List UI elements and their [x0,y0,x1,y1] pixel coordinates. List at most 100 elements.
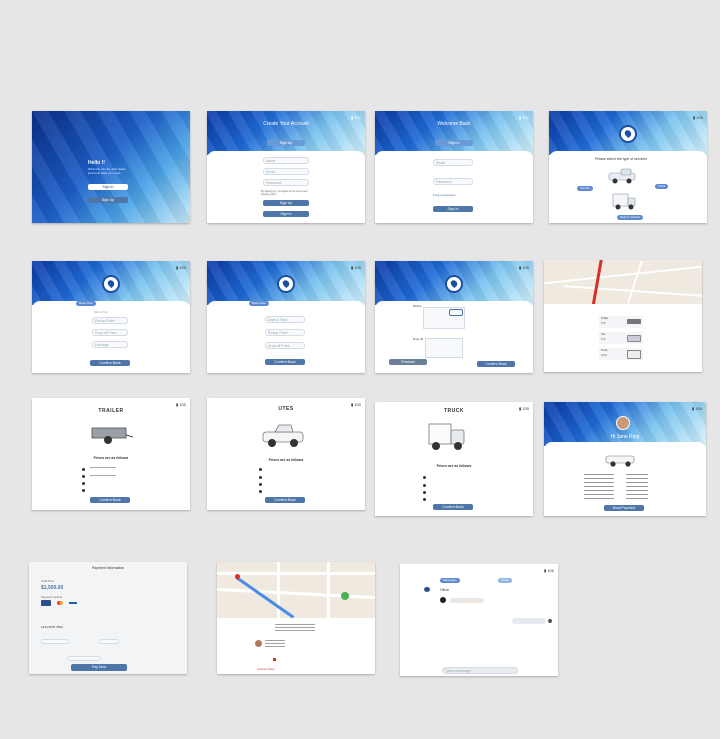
avatar [616,416,630,430]
name-field[interactable]: Name [263,157,309,164]
status-bar: ▮ 100 [692,406,702,411]
vehicle-price: $75 [601,322,606,325]
header [207,111,365,155]
sign-in-button[interactable]: Sign In [88,184,128,190]
contact-avatar [440,597,446,603]
bullet [259,476,262,479]
screen-tracking: Cancel Order [217,562,375,674]
screen-signin: ▮ 100 Welcome Back Sign In Email Passwor… [375,111,533,223]
vehicle-row[interactable]: Truck $100 [599,348,643,360]
trailer-icon [627,319,641,324]
book-payment-button[interactable]: Book Payment [604,505,644,511]
incoming-message-bubble [450,598,484,603]
map-view[interactable] [217,562,375,618]
prices-heading: Prices are as follows [93,456,129,460]
search-vehicle-button[interactable]: Search Vehicle [617,215,644,220]
card-number[interactable]: 1234 5678 7890 [41,625,63,629]
screen-booking-2: ▮ 100 Book Now Date & Time Pickup Point … [207,261,365,373]
message-input[interactable]: Type a message [442,667,518,674]
status-bar: ▮ 100 [519,265,529,270]
driver-avatar [255,640,262,647]
sign-up-button[interactable]: Sign Up [88,197,128,203]
vehicle-name: Ute [601,333,606,336]
cvv-field[interactable] [99,639,119,644]
row-label: Date & Time [94,311,108,314]
password-field[interactable]: Password [433,178,473,185]
sign-in-submit[interactable]: Sign In [433,206,473,212]
screen-truck: ▮ 100 TRUCK Prices are as follows Confir… [375,402,533,516]
status-bar: ▮ 100 [351,115,361,120]
signin-tab[interactable]: Sign In [435,140,473,146]
email-field[interactable]: Email [433,159,473,166]
terms-text: By signing up, you agree to our terms an… [261,190,308,196]
bullet [82,482,85,485]
dropoff-field[interactable]: Drop off Point [92,329,128,336]
forgot-password-link[interactable]: Forgot password [433,193,455,197]
truck-option-button[interactable]: Truck [655,184,669,189]
app-logo-icon [279,277,293,291]
vehicle-price: $100 [601,354,607,357]
price-line [90,467,116,468]
dropoff-field[interactable]: Drop off Point [265,342,305,349]
previous-button[interactable]: Previous [389,359,427,365]
mastercard-icon-overlay [59,601,63,605]
pickup-field[interactable]: Pickup Point [92,317,128,324]
card-holder-field[interactable] [67,656,101,661]
method-label: Payment method [41,595,63,599]
status-bar: ▮ 100 [544,568,554,573]
dropoff-details-box[interactable] [425,338,463,358]
choose-heading: Please select the type of services [595,157,647,161]
driver-details [265,640,285,648]
bullet [423,498,426,501]
sign-in-link-button[interactable]: Sign In [263,211,309,217]
splash-subtitle-2: just book what you need [88,171,121,175]
app-logo-icon [104,277,118,291]
detail-labels [584,474,614,502]
cancel-icon[interactable] [273,658,276,661]
pickup-label: Pickup [413,304,422,308]
confirm-book-button[interactable]: Confirm Book [265,497,305,503]
tab-messages[interactable]: Messages [440,578,460,583]
confirm-book-button[interactable]: Confirm Book [265,359,305,365]
pickup-field[interactable]: Pickup Point [265,329,305,336]
package-field[interactable]: Package [92,341,128,348]
cancel-order-link[interactable]: Cancel Order [257,667,275,671]
truck-icon [627,350,641,359]
screen-choose-service: ▮ 100 Please select the type of services… [549,111,707,223]
confirm-book-button[interactable]: Confirm Book [433,504,473,510]
confirm-book-button[interactable]: Confirm Book [90,360,130,366]
bullet [259,490,262,493]
trailer-image [91,427,134,444]
map-view[interactable] [544,260,702,304]
expiry-field[interactable] [41,639,69,644]
signup-tab[interactable]: Sign Up [267,140,305,146]
date-time-field[interactable]: Date & Time [265,316,305,323]
pay-now-button[interactable]: Pay Now [71,664,127,671]
vehicle-option-button[interactable]: Vehicle [577,186,593,191]
password-field[interactable]: Password [263,179,309,186]
edit-button[interactable] [449,309,463,316]
address-text [275,624,315,632]
status-bar: ▮ 100 [693,115,703,120]
box-truck-icon [612,193,636,210]
detail-values [626,474,648,502]
ute-image [605,455,635,467]
vehicle-row[interactable]: Ute $70 [599,332,643,344]
bullet [423,476,426,479]
route-line [591,260,604,304]
app-logo-icon [447,277,461,291]
email-field[interactable]: Email [263,168,309,175]
sign-up-submit[interactable]: Sign Up [263,200,309,206]
visa-icon[interactable] [69,602,77,604]
confirm-book-button[interactable]: Confirm Book [477,361,515,367]
back-icon[interactable] [424,587,430,592]
tab-chats[interactable]: Chats [498,578,512,583]
prices-heading: Prices are as follows [268,458,304,462]
page-title: UTES [278,406,294,412]
pickup-truck-icon [608,168,636,184]
card-icon[interactable] [41,600,51,606]
book-now-badge: Book Now [76,301,96,306]
contact-name: Olivia [440,588,449,592]
vehicle-row[interactable]: Trailer $75 [599,316,643,328]
confirm-book-button[interactable]: Confirm Book [90,497,130,503]
